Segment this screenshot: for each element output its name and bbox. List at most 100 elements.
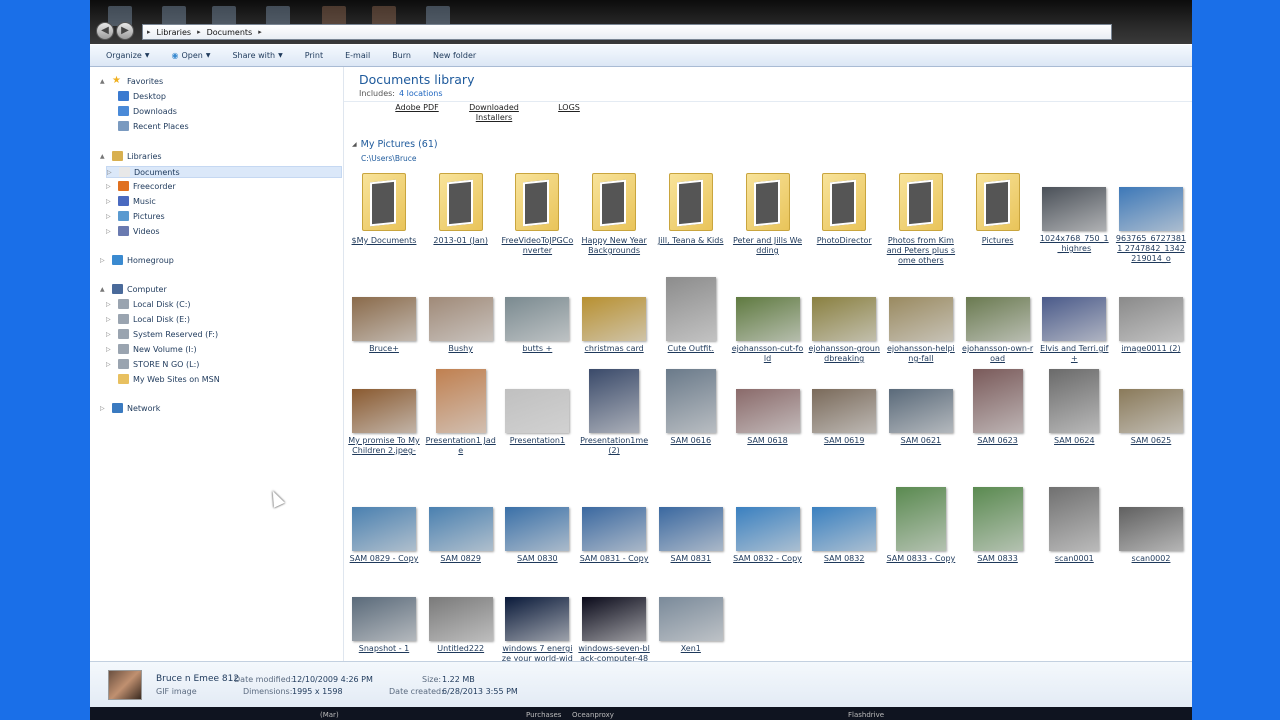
expand-arrow-icon[interactable]: ▷ [106,228,114,235]
expand-arrow-icon[interactable]: ▷ [106,198,114,205]
image-item[interactable]: SAM 0831 [655,487,727,564]
expand-arrow-icon[interactable]: ▷ [106,301,114,308]
expand-arrow-icon[interactable]: ▷ [106,361,114,368]
nav-item-local-disk-e[interactable]: ▷ Local Disk (E:) [106,314,190,324]
forward-button[interactable]: ▶ [116,22,134,40]
folder-item[interactable]: Photos from Kim and Peters plus some oth… [885,167,957,266]
nav-item-music[interactable]: ▷ Music [106,196,156,206]
image-item[interactable]: My promise To My Children 2.jpeg- [348,369,420,456]
folder-item[interactable]: Pictures [962,167,1034,246]
nav-item-libraries[interactable]: ▲ Libraries [100,151,162,161]
expand-arrow-icon[interactable]: ▷ [100,257,108,264]
collapse-arrow-icon[interactable]: ▲ [100,153,108,160]
image-item[interactable]: SAM 0618 [732,369,804,446]
organize-button[interactable]: Organize ▼ [106,51,149,60]
taskbar-item[interactable]: Oceanproxy [572,711,614,719]
image-item[interactable]: christmas card [578,277,650,354]
email-button[interactable]: E-mail [345,51,370,60]
includes-locations-link[interactable]: 4 locations [399,89,443,98]
image-item[interactable]: scan0001 [1038,487,1110,564]
nav-item-recent-places[interactable]: Recent Places [106,121,189,131]
image-item[interactable]: ejohansson-helping-fall [885,277,957,364]
expand-arrow-icon[interactable]: ▷ [106,346,114,353]
expand-arrow-icon[interactable]: ▷ [106,213,114,220]
image-item[interactable]: windows-seven-black-computer-485x728 [578,577,650,661]
image-item[interactable]: SAM 0829 [425,487,497,564]
image-item[interactable]: Snapshot - 1 [348,577,420,654]
breadcrumb-documents[interactable]: Documents [207,28,253,37]
collapse-arrow-icon[interactable]: ▲ [100,286,108,293]
collapse-arrow-icon[interactable]: ▲ [100,78,108,85]
folder-item[interactable]: PhotoDirector [808,167,880,246]
image-item[interactable]: SAM 0829 - Copy [348,487,420,564]
image-item[interactable]: ejohansson-own-road [962,277,1034,364]
image-item[interactable]: scan0002 [1115,487,1187,564]
image-item[interactable]: butts + [501,277,573,354]
taskbar-item[interactable]: Purchases [526,711,561,719]
image-item[interactable]: Presentation1 [501,369,573,446]
folder-item[interactable]: Happy New Year Backgrounds [578,167,650,256]
image-item[interactable]: Presentation1me (2) [578,369,650,456]
folder-item[interactable]: Peter and Jills Wedding [732,167,804,256]
expand-arrow-icon[interactable]: ▷ [100,405,108,412]
image-item[interactable]: image0011 (2) [1115,277,1187,354]
nav-item-computer[interactable]: ▲ Computer [100,284,167,294]
image-item[interactable]: Xen1 [655,577,727,654]
image-item[interactable]: Cute Outfit. [655,277,727,354]
nav-item-system-reserved-f[interactable]: ▷ System Reserved (F:) [106,329,218,339]
taskbar-item[interactable]: (Mar) [320,711,339,719]
image-item[interactable]: SAM 0830 [501,487,573,564]
image-item[interactable]: SAM 0623 [962,369,1034,446]
image-item[interactable]: ejohansson-cut-fold [732,277,804,364]
nav-item-network[interactable]: ▷ Network [100,403,160,413]
group-header[interactable]: ◢ My Pictures (61) [352,139,438,150]
nav-item-homegroup[interactable]: ▷ Homegroup [100,255,174,265]
folder-item[interactable]: FreeVideoToJPGConverter [501,167,573,256]
nav-item-downloads[interactable]: Downloads [106,106,177,116]
nav-item-freecorder[interactable]: ▷ Freecorder [106,181,176,191]
image-item[interactable]: SAM 0624 [1038,369,1110,446]
nav-item-videos[interactable]: ▷ Videos [106,226,160,236]
file-item-label[interactable]: LOGS [534,103,604,123]
image-item[interactable]: SAM 0621 [885,369,957,446]
image-item[interactable]: SAM 0832 [808,487,880,564]
nav-item-documents[interactable]: ▷ Documents [106,166,342,178]
image-item[interactable]: SAM 0832 - Copy [732,487,804,564]
image-item[interactable]: 1024x768_750_1_highres [1038,167,1110,254]
file-item-label[interactable]: Adobe PDF [382,103,452,123]
image-item[interactable]: Bushy [425,277,497,354]
image-item[interactable]: Untitled222 [425,577,497,654]
nav-item-store-n-go-l[interactable]: ▷ STORE N GO (L:) [106,359,199,369]
new-folder-button[interactable]: New folder [433,51,476,60]
image-item[interactable]: 963765_67273811 2747842_1342219014_o [1115,167,1187,264]
file-item-label[interactable]: Downloaded Installers [459,103,529,123]
image-item[interactable]: Elvis and Terri.gif+ [1038,277,1110,364]
nav-item-favorites[interactable]: ▲ ★ Favorites [100,76,163,86]
image-item[interactable]: ejohansson-groundbreaking [808,277,880,364]
image-item[interactable]: SAM 0619 [808,369,880,446]
burn-button[interactable]: Burn [392,51,411,60]
nav-item-desktop[interactable]: Desktop [106,91,166,101]
print-button[interactable]: Print [305,51,323,60]
folder-item[interactable]: Jill, Teana & Kids [655,167,727,246]
expand-arrow-icon[interactable]: ▷ [107,169,115,176]
taskbar-item[interactable]: Flashdrive [848,711,884,719]
address-bar[interactable]: ▸ Libraries ▸ Documents ▸ [142,24,1112,40]
image-item[interactable]: SAM 0833 [962,487,1034,564]
image-item[interactable]: Presentation1 Jade [425,369,497,456]
expand-arrow-icon[interactable]: ▷ [106,183,114,190]
image-item[interactable]: SAM 0625 [1115,369,1187,446]
nav-item-local-disk-c[interactable]: ▷ Local Disk (C:) [106,299,191,309]
nav-item-pictures[interactable]: ▷ Pictures [106,211,165,221]
image-item[interactable]: Bruce+ [348,277,420,354]
breadcrumb-libraries[interactable]: Libraries [157,28,192,37]
image-item[interactable]: windows 7 energize your world-wide [501,577,573,661]
image-item[interactable]: SAM 0833 - Copy [885,487,957,564]
open-button[interactable]: ◉ Open ▼ [171,51,210,60]
image-item[interactable]: SAM 0616 [655,369,727,446]
nav-item-my-web-sites-on-msn[interactable]: My Web Sites on MSN [106,374,220,384]
share-with-button[interactable]: Share with ▼ [232,51,282,60]
folder-item[interactable]: 2013-01 (Jan) [425,167,497,246]
folder-item[interactable]: $My Documents [348,167,420,246]
expand-arrow-icon[interactable]: ▷ [106,316,114,323]
